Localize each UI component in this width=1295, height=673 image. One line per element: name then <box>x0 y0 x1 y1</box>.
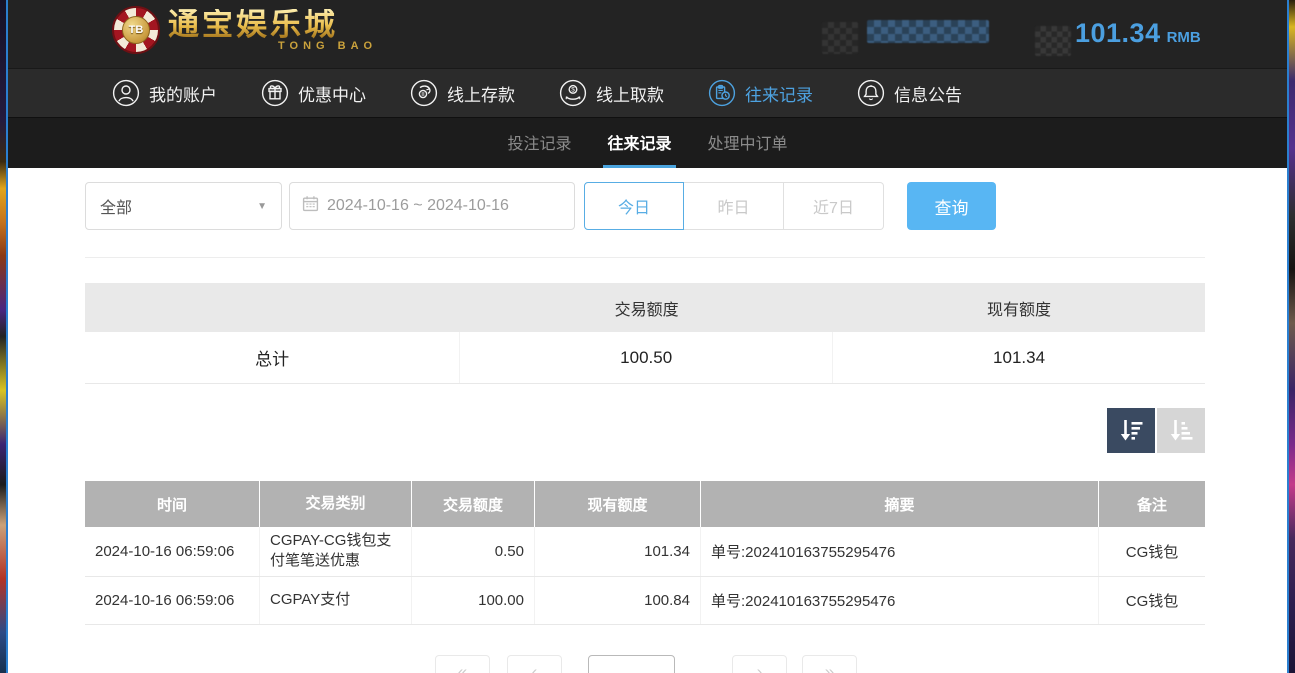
balance-currency: RMB <box>1167 29 1201 46</box>
quick-range-group: 今日 昨日 近7日 <box>584 182 884 230</box>
gift-icon <box>261 79 289 107</box>
quick-today-button[interactable]: 今日 <box>584 182 684 230</box>
main-nav: 我的账户 优惠中心 线上存款 $ 线上取款 往来记录 信息公告 <box>8 68 1287 117</box>
header-amount: 交易额度 <box>412 481 535 527</box>
type-dropdown-value: 全部 <box>100 194 132 218</box>
divider <box>85 257 1205 258</box>
bell-icon <box>857 79 885 107</box>
nav-label: 优惠中心 <box>298 81 366 106</box>
cell-type: CGPAY-CG钱包支付笔笔送优惠 <box>260 527 412 576</box>
date-range-value: 2024-10-16 ~ 2024-10-16 <box>327 197 509 215</box>
cell-balance: 101.34 <box>535 527 701 576</box>
search-button[interactable]: 查询 <box>907 182 996 230</box>
background-art-left <box>0 0 8 673</box>
tab-label: 往来记录 <box>607 130 671 154</box>
summary-header-current: 现有额度 <box>833 283 1205 332</box>
quick-yesterday-button[interactable]: 昨日 <box>684 182 784 230</box>
nav-item-deposit[interactable]: 线上存款 <box>410 79 515 107</box>
nav-item-promotions[interactable]: 优惠中心 <box>261 79 366 107</box>
summary-total-row: 总计 100.50 101.34 <box>85 332 1205 384</box>
tab-transaction-records[interactable]: 往来记录 <box>603 118 675 168</box>
nav-item-announcements[interactable]: 信息公告 <box>857 79 962 107</box>
tab-bet-records[interactable]: 投注记录 <box>503 118 575 168</box>
header-note: 备注 <box>1099 481 1205 527</box>
records-icon <box>708 79 736 107</box>
pagination-prev-button[interactable]: ‹ <box>507 655 562 673</box>
pagination-page-box[interactable] <box>588 655 675 673</box>
pagination-last-button[interactable]: » <box>802 655 857 673</box>
tab-pending-orders[interactable]: 处理中订单 <box>704 118 792 168</box>
nav-label: 信息公告 <box>894 81 962 106</box>
summary-table: 交易额度 现有额度 总计 100.50 101.34 <box>85 283 1205 384</box>
brand-title-cn: 通宝娱乐城 <box>168 9 377 40</box>
header-time: 时间 <box>85 481 260 527</box>
cell-amount: 0.50 <box>412 527 535 576</box>
summary-total-label: 总计 <box>85 332 460 383</box>
cell-summary: 单号:202410163755295476 <box>701 577 1099 624</box>
chip-monogram: TB <box>122 16 150 44</box>
pagination-first-button[interactable]: « <box>435 655 490 673</box>
nav-label: 我的账户 <box>149 81 217 106</box>
poker-chip-icon: TB <box>112 6 160 54</box>
summary-header-empty <box>85 283 460 332</box>
pagination-next-button[interactable]: › <box>732 655 787 673</box>
brand-logo[interactable]: TB 通宝娱乐城 TONG BAO <box>112 6 377 54</box>
tab-label: 投注记录 <box>507 130 571 154</box>
summary-header-row: 交易额度 现有额度 <box>85 283 1205 332</box>
table-row: 2024-10-16 06:59:06 CGPAY支付 100.00 100.8… <box>85 577 1205 625</box>
table-row: 2024-10-16 06:59:06 CGPAY-CG钱包支付笔笔送优惠 0.… <box>85 527 1205 577</box>
wallet-balance: 101.34 RMB <box>1075 18 1201 49</box>
sub-tab-bar: 投注记录 往来记录 处理中订单 <box>8 117 1287 168</box>
sort-ascending-button[interactable] <box>1157 408 1205 453</box>
nav-item-withdraw[interactable]: $ 线上取款 <box>559 79 664 107</box>
cell-type: CGPAY支付 <box>260 577 412 624</box>
cell-note: CG钱包 <box>1099 577 1205 624</box>
quick-last7days-button[interactable]: 近7日 <box>784 182 884 230</box>
header-type: 交易类别 <box>260 481 412 527</box>
nav-label: 线上取款 <box>596 81 664 106</box>
tab-label: 处理中订单 <box>708 130 788 154</box>
type-dropdown[interactable]: 全部 ▼ <box>85 182 282 230</box>
user-icon <box>112 79 140 107</box>
nav-item-my-account[interactable]: 我的账户 <box>112 79 217 107</box>
calendar-icon <box>302 195 319 217</box>
brand-title: 通宝娱乐城 TONG BAO <box>168 9 377 52</box>
cell-time: 2024-10-16 06:59:06 <box>85 527 260 576</box>
cell-balance: 100.84 <box>535 577 701 624</box>
cell-note: CG钱包 <box>1099 527 1205 576</box>
page: TB 通宝娱乐城 TONG BAO 101.34 RMB 我的账户 优惠中心 <box>0 0 1295 673</box>
records-table: 时间 交易类别 交易额度 现有额度 摘要 备注 2024-10-16 06:59… <box>85 481 1205 625</box>
username-blurred <box>867 20 989 43</box>
deposit-icon <box>410 79 438 107</box>
nav-label: 往来记录 <box>745 81 813 106</box>
background-art-right <box>1287 0 1295 673</box>
account-area: 101.34 RMB <box>807 0 1287 68</box>
table-header-row: 时间 交易类别 交易额度 现有额度 摘要 备注 <box>85 481 1205 527</box>
date-range-input[interactable]: 2024-10-16 ~ 2024-10-16 <box>289 182 575 230</box>
avatar-blurred <box>822 22 858 54</box>
nav-item-records[interactable]: 往来记录 <box>708 79 813 107</box>
header-summary: 摘要 <box>701 481 1099 527</box>
coin-icon-blurred <box>1035 26 1071 56</box>
top-bar: TB 通宝娱乐城 TONG BAO 101.34 RMB <box>8 0 1287 68</box>
summary-transaction-total: 100.50 <box>460 332 833 383</box>
cell-summary: 单号:202410163755295476 <box>701 527 1099 576</box>
nav-label: 线上存款 <box>447 81 515 106</box>
cell-time: 2024-10-16 06:59:06 <box>85 577 260 624</box>
summary-header-transaction: 交易额度 <box>460 283 833 332</box>
withdraw-icon: $ <box>559 79 587 107</box>
brand-title-en: TONG BAO <box>168 41 377 52</box>
header-balance: 现有额度 <box>535 481 701 527</box>
svg-text:$: $ <box>571 87 575 94</box>
balance-amount: 101.34 <box>1075 18 1161 48</box>
cell-amount: 100.00 <box>412 577 535 624</box>
chevron-down-icon: ▼ <box>257 201 267 212</box>
summary-current-total: 101.34 <box>833 332 1205 383</box>
sort-descending-button[interactable] <box>1107 408 1155 453</box>
